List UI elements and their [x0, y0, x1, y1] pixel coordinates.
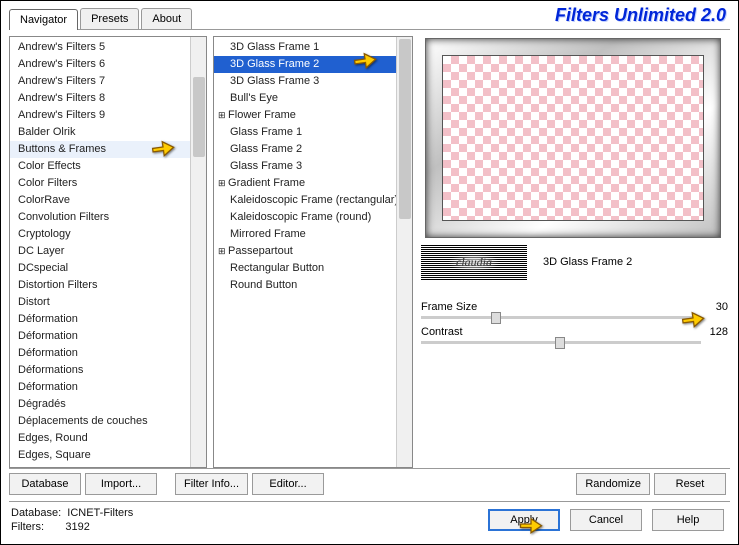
- filter-item[interactable]: Kaleidoscopic Frame (rectangular): [214, 192, 412, 209]
- category-item[interactable]: Color Effects: [10, 158, 206, 175]
- database-button[interactable]: Database: [9, 473, 81, 495]
- category-item[interactable]: ColorRave: [10, 192, 206, 209]
- category-item[interactable]: Déformation: [10, 311, 206, 328]
- app-title: Filters Unlimited 2.0: [555, 5, 726, 26]
- param-contrast-label: Contrast: [421, 326, 621, 338]
- filter-list[interactable]: 3D Glass Frame 13D Glass Frame 23D Glass…: [213, 36, 413, 468]
- category-list[interactable]: Andrew's Filters 5Andrew's Filters 6Andr…: [9, 36, 207, 468]
- slider-frame-size[interactable]: [421, 316, 701, 319]
- tab-about[interactable]: About: [141, 8, 192, 29]
- preview-image: [425, 38, 721, 238]
- scrollbar[interactable]: [396, 37, 412, 467]
- editor-button[interactable]: Editor...: [252, 473, 324, 495]
- tab-navigator[interactable]: Navigator: [9, 9, 78, 30]
- filter-item[interactable]: Bull's Eye: [214, 90, 412, 107]
- category-item[interactable]: Convolution Filters: [10, 209, 206, 226]
- filter-item[interactable]: Round Button: [214, 277, 412, 294]
- category-item[interactable]: Color Filters: [10, 175, 206, 192]
- category-item[interactable]: Buttons & Frames: [10, 141, 206, 158]
- category-item[interactable]: Edges, Square: [10, 447, 206, 464]
- filter-item[interactable]: 3D Glass Frame 2: [214, 56, 412, 73]
- tab-presets[interactable]: Presets: [80, 8, 139, 29]
- toolbar-row: Database Import... Filter Info... Editor…: [1, 469, 738, 499]
- cancel-button[interactable]: Cancel: [570, 509, 642, 531]
- category-item[interactable]: DCspecial: [10, 260, 206, 277]
- filter-item[interactable]: Rectangular Button: [214, 260, 412, 277]
- category-item[interactable]: Déplacements de couches: [10, 413, 206, 430]
- category-item[interactable]: Cryptology: [10, 226, 206, 243]
- category-item[interactable]: Déformations: [10, 362, 206, 379]
- parameters: Frame Size 30 Contrast 128: [421, 298, 728, 344]
- filter-item[interactable]: Kaleidoscopic Frame (round): [214, 209, 412, 226]
- filter-item[interactable]: Glass Frame 2: [214, 141, 412, 158]
- category-item[interactable]: Andrew's Filters 6: [10, 56, 206, 73]
- category-item[interactable]: Andrew's Filters 8: [10, 90, 206, 107]
- category-item[interactable]: Andrew's Filters 9: [10, 107, 206, 124]
- import-button[interactable]: Import...: [85, 473, 157, 495]
- filter-item[interactable]: 3D Glass Frame 3: [214, 73, 412, 90]
- filter-item[interactable]: 3D Glass Frame 1: [214, 39, 412, 56]
- category-item[interactable]: Edges, Round: [10, 430, 206, 447]
- filter-item[interactable]: Glass Frame 1: [214, 124, 412, 141]
- footer-info: Database: ICNET-Filters Filters: 3192: [11, 506, 488, 534]
- help-button[interactable]: Help: [652, 509, 724, 531]
- reset-button[interactable]: Reset: [654, 473, 726, 495]
- category-item[interactable]: Distortion Filters: [10, 277, 206, 294]
- filter-item[interactable]: Passepartout: [214, 243, 412, 260]
- category-item[interactable]: Déformation: [10, 345, 206, 362]
- param-frame-size-value: 30: [688, 301, 728, 313]
- tab-bar: Navigator Presets About: [9, 8, 194, 29]
- selected-filter-name: 3D Glass Frame 2: [543, 256, 632, 268]
- filter-item[interactable]: Glass Frame 3: [214, 158, 412, 175]
- watermark: claudia: [421, 244, 527, 280]
- randomize-button[interactable]: Randomize: [576, 473, 650, 495]
- category-item[interactable]: Distort: [10, 294, 206, 311]
- param-contrast-value: 128: [688, 326, 728, 338]
- category-item[interactable]: Déformation: [10, 328, 206, 345]
- param-frame-size-label: Frame Size: [421, 301, 621, 313]
- scrollbar[interactable]: [190, 37, 206, 467]
- category-item[interactable]: Déformation: [10, 379, 206, 396]
- slider-contrast[interactable]: [421, 341, 701, 344]
- filter-item[interactable]: Gradient Frame: [214, 175, 412, 192]
- category-item[interactable]: DC Layer: [10, 243, 206, 260]
- filter-info-button[interactable]: Filter Info...: [175, 473, 248, 495]
- category-item[interactable]: Dégradés: [10, 396, 206, 413]
- category-item[interactable]: Andrew's Filters 7: [10, 73, 206, 90]
- filter-item[interactable]: Flower Frame: [214, 107, 412, 124]
- category-item[interactable]: Balder Olrik: [10, 124, 206, 141]
- apply-button[interactable]: Apply: [488, 509, 560, 531]
- category-item[interactable]: Andrew's Filters 5: [10, 39, 206, 56]
- filter-item[interactable]: Mirrored Frame: [214, 226, 412, 243]
